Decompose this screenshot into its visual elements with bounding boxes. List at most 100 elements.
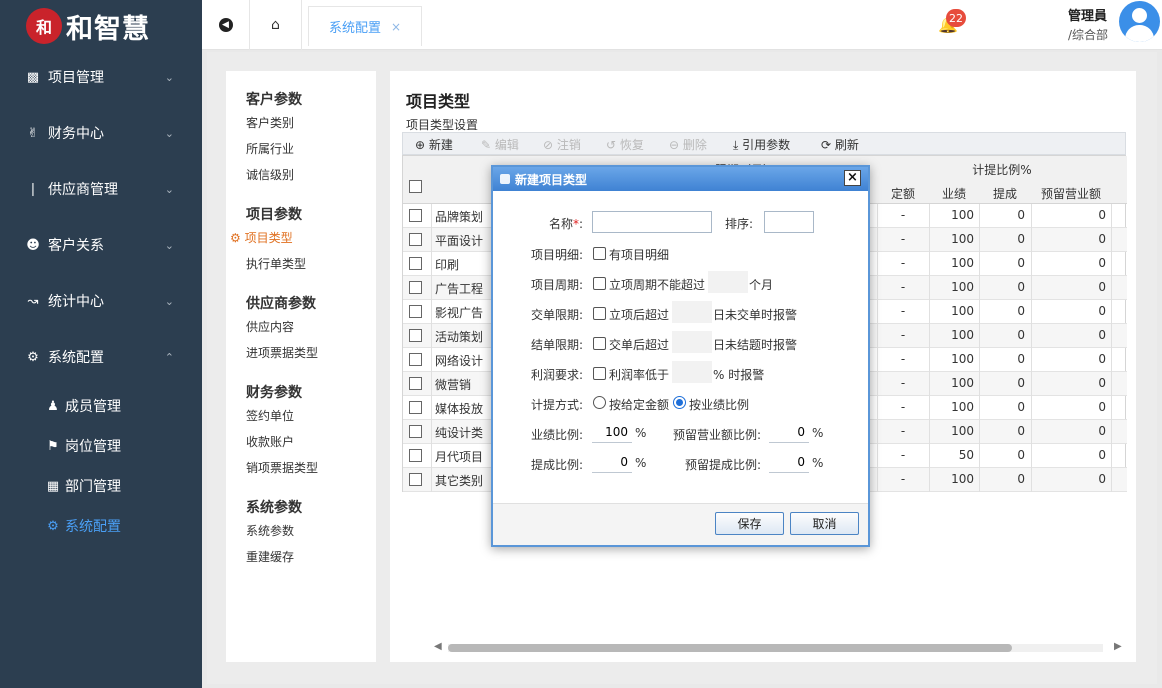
- settle-checkbox[interactable]: [593, 337, 606, 350]
- delete-button[interactable]: ⊖ 删除: [669, 136, 707, 153]
- back-button[interactable]: ◀: [202, 0, 250, 50]
- reserved-ratio-input[interactable]: [769, 421, 809, 443]
- avatar[interactable]: [1119, 1, 1160, 42]
- link-customer-category[interactable]: 客户类别: [246, 114, 294, 131]
- cell-reserved: 0: [1098, 448, 1106, 462]
- link-receiving-account[interactable]: 收款账户: [246, 433, 294, 450]
- nav-item-finance[interactable]: ✌ 财务中心 ⌄: [0, 113, 202, 153]
- row-checkbox[interactable]: [409, 281, 422, 294]
- row-checkbox[interactable]: [409, 401, 422, 414]
- nav-item-settings[interactable]: ⚙ 系统配置 ⌃: [0, 337, 202, 377]
- sub-item-departments[interactable]: ▦ 部门管理: [0, 468, 202, 504]
- cell-commission: 0: [1017, 400, 1025, 414]
- link-industry[interactable]: 所属行业: [246, 140, 294, 157]
- restore-button[interactable]: ↺ 恢复: [606, 136, 644, 153]
- select-all-checkbox[interactable]: [409, 180, 422, 193]
- sub-item-members[interactable]: ♟ 成员管理: [0, 388, 202, 424]
- link-order-type[interactable]: 执行单类型: [246, 255, 306, 272]
- cell-performance: 100: [951, 472, 974, 486]
- chevron-down-icon: ⌄: [164, 70, 174, 84]
- row-checkbox[interactable]: [409, 353, 422, 366]
- home-button[interactable]: ⌂: [250, 0, 302, 50]
- deliver-label: 交单限期:: [530, 308, 583, 322]
- row-checkbox[interactable]: [409, 257, 422, 270]
- horizontal-scrollbar[interactable]: ◀ ▶: [432, 641, 1122, 655]
- group-title: 财务参数: [246, 385, 302, 401]
- notification-badge: 22: [946, 9, 966, 27]
- scroll-right-icon[interactable]: ▶: [1114, 641, 1122, 652]
- sub-item-system-config[interactable]: ⚙ 系统配置: [0, 508, 202, 544]
- cancel-button[interactable]: 取消: [790, 512, 859, 535]
- close-button[interactable]: ×: [844, 170, 861, 186]
- cycle-months-input[interactable]: [708, 271, 748, 293]
- nav-item-project[interactable]: ▩ 项目管理 ⌄: [0, 57, 202, 97]
- group-title: 系统参数: [246, 500, 302, 516]
- detail-label: 项目明细:: [530, 248, 583, 262]
- cancel-record-button[interactable]: ⊘ 注销: [543, 136, 581, 153]
- nav-item-stats[interactable]: ↝ 统计中心 ⌄: [0, 281, 202, 321]
- reserved-comm-label: 预留提成比例:: [684, 458, 761, 472]
- link-credit-level[interactable]: 诚信级别: [246, 166, 294, 183]
- cell-performance: 100: [951, 304, 974, 318]
- link-input-invoice[interactable]: 进项票据类型: [246, 344, 318, 361]
- link-project-type[interactable]: ⚙ 项目类型: [230, 229, 293, 246]
- row-checkbox[interactable]: [409, 377, 422, 390]
- nav-item-customer[interactable]: ☻ 客户关系 ⌄: [0, 225, 202, 265]
- close-icon[interactable]: ×: [391, 20, 401, 34]
- scroll-thumb[interactable]: [448, 644, 1012, 652]
- edit-button[interactable]: ✎ 编辑: [481, 136, 519, 153]
- row-checkbox[interactable]: [409, 449, 422, 462]
- reserved-comm-input[interactable]: [769, 451, 809, 473]
- row-checkbox[interactable]: [409, 473, 422, 486]
- divider: [431, 468, 432, 492]
- name-input[interactable]: [592, 211, 712, 233]
- deliver-checkbox[interactable]: [593, 307, 606, 320]
- chevron-down-icon: ⌄: [164, 126, 174, 140]
- divider: [1111, 204, 1112, 228]
- row-checkbox[interactable]: [409, 209, 422, 222]
- row-checkbox[interactable]: [409, 305, 422, 318]
- sub-label: 系统配置: [65, 519, 121, 535]
- nav-item-supplier[interactable]: ❘ 供应商管理 ⌄: [0, 169, 202, 209]
- link-rebuild-cache[interactable]: 重建缓存: [246, 548, 294, 565]
- perf-ratio-input[interactable]: [592, 421, 632, 443]
- sort-input[interactable]: [764, 211, 814, 233]
- reserved-comm-percent: %: [812, 456, 824, 470]
- user-name[interactable]: 管理員: [1068, 5, 1107, 24]
- comm-ratio-label: 提成比例:: [530, 458, 583, 472]
- link-signing-unit[interactable]: 签约单位: [246, 407, 294, 424]
- link-system-params[interactable]: 系统参数: [246, 522, 294, 539]
- divider: [1111, 372, 1112, 396]
- save-button[interactable]: 保存: [715, 512, 784, 535]
- cycle-checkbox[interactable]: [593, 277, 606, 290]
- tab-system-config[interactable]: 系统配置 ×: [308, 6, 422, 46]
- dialog-title-bar: 新建项目类型 ×: [493, 167, 868, 191]
- refresh-button[interactable]: ⟳ 刷新: [821, 136, 859, 153]
- comm-ratio-input[interactable]: [592, 451, 632, 473]
- user-icon: ♟: [47, 398, 59, 414]
- import-params-button[interactable]: ⤓ 引用参数: [733, 136, 790, 153]
- new-button[interactable]: ⊕ 新建: [415, 136, 453, 153]
- method-ratio-radio[interactable]: [673, 396, 686, 409]
- sub-item-positions[interactable]: ⚑ 岗位管理: [0, 428, 202, 464]
- method-fixed-radio[interactable]: [593, 396, 606, 409]
- detail-checkbox[interactable]: [593, 247, 606, 260]
- link-supply-content[interactable]: 供应内容: [246, 318, 294, 335]
- deliver-days-input[interactable]: [672, 301, 712, 323]
- row-checkbox[interactable]: [409, 329, 422, 342]
- link-output-invoice[interactable]: 销项票据类型: [246, 459, 318, 476]
- scroll-left-icon[interactable]: ◀: [434, 641, 442, 652]
- row-checkbox[interactable]: [409, 233, 422, 246]
- settle-days-input[interactable]: [672, 331, 712, 353]
- row-checkbox[interactable]: [409, 425, 422, 438]
- cycle-unit: 个月: [749, 278, 774, 292]
- profit-rate-input[interactable]: [672, 361, 712, 383]
- cell-name: 平面设计: [435, 234, 484, 248]
- cell-performance: 100: [951, 232, 974, 246]
- profit-checkbox[interactable]: [593, 367, 606, 380]
- method-fixed-label: 按给定金额: [609, 398, 670, 412]
- user-dept: /综合部: [1068, 28, 1109, 42]
- cell-fixed: -: [900, 304, 906, 318]
- cell-commission: 0: [1017, 256, 1025, 270]
- deliver-unit: 日未交单时报警: [713, 308, 798, 322]
